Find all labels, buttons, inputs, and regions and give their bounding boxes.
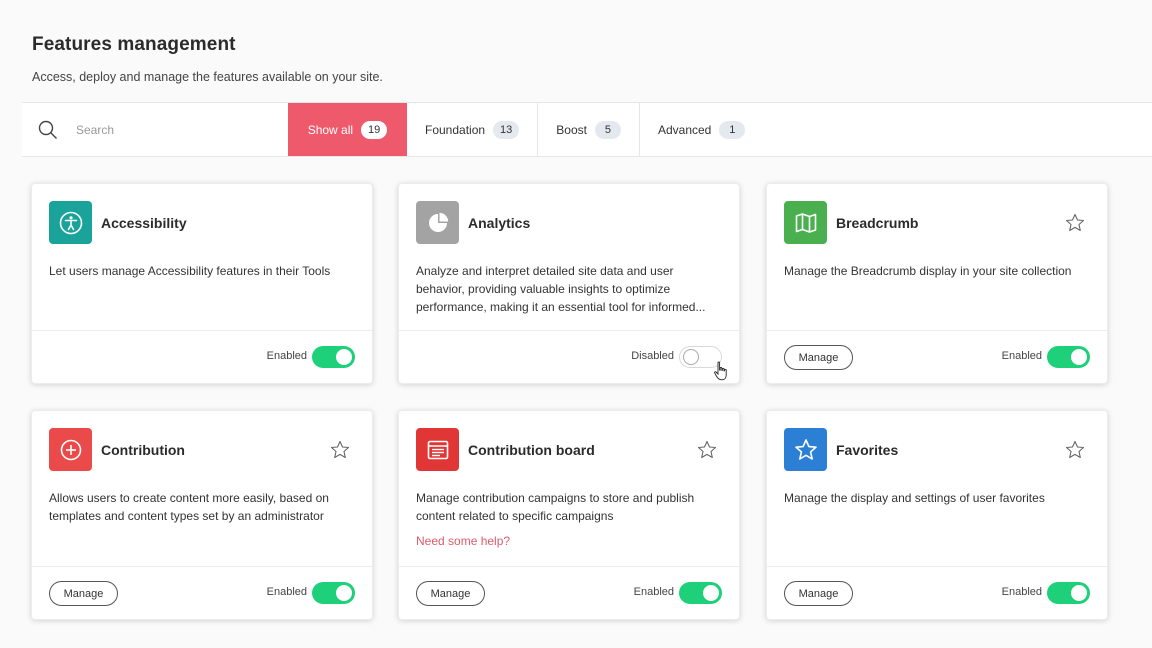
toggle-knob — [336, 585, 352, 601]
page-header: Features management Access, deploy and m… — [32, 34, 383, 84]
help-link[interactable]: Need some help? — [416, 534, 510, 548]
filter-bar: Show all 19 Foundation 13 Boost 5 Advanc… — [22, 102, 1152, 157]
card-description: Manage the Breadcrumb display in your si… — [784, 264, 1072, 278]
feature-card-favorites: Favorites Manage the display and setting… — [766, 410, 1108, 620]
status-label: Disabled — [631, 350, 674, 362]
card-title: Favorites — [836, 441, 899, 458]
board-icon — [427, 440, 448, 459]
map-icon — [795, 212, 816, 233]
manage-button[interactable]: Manage — [49, 581, 118, 606]
tab-count-badge: 5 — [594, 120, 621, 139]
tab-count-badge: 13 — [493, 120, 520, 139]
card-description: Analyze and interpret detailed site data… — [416, 264, 706, 314]
pie-chart-icon — [428, 212, 448, 232]
card-footer: Enabled — [32, 330, 372, 383]
status-label: Enabled — [266, 586, 307, 598]
tab-label: Advanced — [657, 122, 712, 137]
search-input[interactable] — [76, 122, 256, 137]
card-title: Accessibility — [101, 214, 187, 231]
card-description: Manage the display and settings of user … — [784, 491, 1045, 505]
plus-circle-icon — [60, 439, 81, 460]
search-box — [22, 103, 288, 156]
card-title: Analytics — [468, 214, 531, 231]
status-label: Enabled — [1001, 586, 1042, 598]
tab-foundation[interactable]: Foundation 13 — [407, 103, 539, 156]
status-label: Enabled — [633, 586, 674, 598]
card-header: Favorites — [784, 428, 898, 471]
card-footer: Disabled — [399, 330, 739, 383]
feature-toggle[interactable] — [1047, 346, 1090, 368]
tab-advanced[interactable]: Advanced 1 — [640, 103, 763, 156]
toggle-knob — [1071, 349, 1087, 365]
feature-toggle[interactable] — [312, 346, 355, 368]
card-header: Breadcrumb — [784, 201, 918, 244]
card-title: Contribution board — [468, 441, 595, 458]
card-description: Manage contribution campaigns to store a… — [416, 491, 695, 523]
feature-tile — [784, 428, 827, 471]
feature-card-breadcrumb: Breadcrumb Manage the Breadcrumb display… — [766, 183, 1108, 384]
tab-count-badge: 19 — [361, 120, 388, 139]
card-header: Analytics — [416, 201, 530, 244]
card-footer: Manage Enabled — [32, 566, 372, 619]
star-icon — [794, 438, 817, 460]
page-subtitle: Access, deploy and manage the features a… — [32, 70, 383, 84]
tab-label: Foundation — [425, 122, 486, 137]
feature-tile — [784, 201, 827, 244]
card-title: Contribution — [101, 441, 185, 458]
feature-toggle[interactable] — [679, 582, 722, 604]
tab-show-all[interactable]: Show all 19 — [288, 103, 407, 156]
feature-card-contribution-board: Contribution board Manage contribution c… — [398, 410, 740, 620]
feature-tile — [49, 201, 92, 244]
toggle-knob — [1071, 585, 1087, 601]
feature-card-accessibility: Accessibility Let users manage Accessibi… — [31, 183, 373, 384]
card-footer: Manage Enabled — [767, 330, 1107, 383]
favorite-star-icon[interactable] — [1065, 213, 1085, 233]
tab-label: Boost — [556, 122, 587, 137]
feature-toggle[interactable] — [1047, 582, 1090, 604]
feature-tile — [49, 428, 92, 471]
card-description: Allows users to create content more easi… — [49, 491, 329, 523]
toggle-knob — [703, 585, 719, 601]
card-header: Contribution — [49, 428, 185, 471]
accessibility-icon — [59, 211, 82, 234]
feature-card-contribution: Contribution Allows users to create cont… — [31, 410, 373, 620]
search-icon — [38, 120, 57, 139]
tab-label: Show all — [307, 122, 354, 137]
status-label: Enabled — [266, 350, 307, 362]
toggle-knob — [336, 349, 352, 365]
card-title: Breadcrumb — [836, 214, 919, 231]
manage-button[interactable]: Manage — [784, 581, 853, 606]
favorite-star-icon[interactable] — [330, 440, 350, 460]
tab-boost[interactable]: Boost 5 — [538, 103, 640, 156]
feature-tile — [416, 201, 459, 244]
manage-button[interactable]: Manage — [784, 345, 853, 370]
feature-tile — [416, 428, 459, 471]
card-footer: Manage Enabled — [399, 566, 739, 619]
status-label: Enabled — [1001, 350, 1042, 362]
manage-button[interactable]: Manage — [416, 581, 485, 606]
card-footer: Manage Enabled — [767, 566, 1107, 619]
hand-cursor-icon — [714, 361, 727, 381]
tab-count-badge: 1 — [719, 120, 746, 139]
favorite-star-icon[interactable] — [697, 440, 717, 460]
card-header: Accessibility — [49, 201, 187, 244]
favorite-star-icon[interactable] — [1065, 440, 1085, 460]
toggle-knob — [683, 349, 699, 365]
feature-toggle[interactable] — [312, 582, 355, 604]
feature-card-analytics: Analytics Analyze and interpret detailed… — [398, 183, 740, 384]
card-description: Let users manage Accessibility features … — [49, 264, 331, 278]
page-title: Features management — [32, 34, 236, 55]
card-header: Contribution board — [416, 428, 595, 471]
